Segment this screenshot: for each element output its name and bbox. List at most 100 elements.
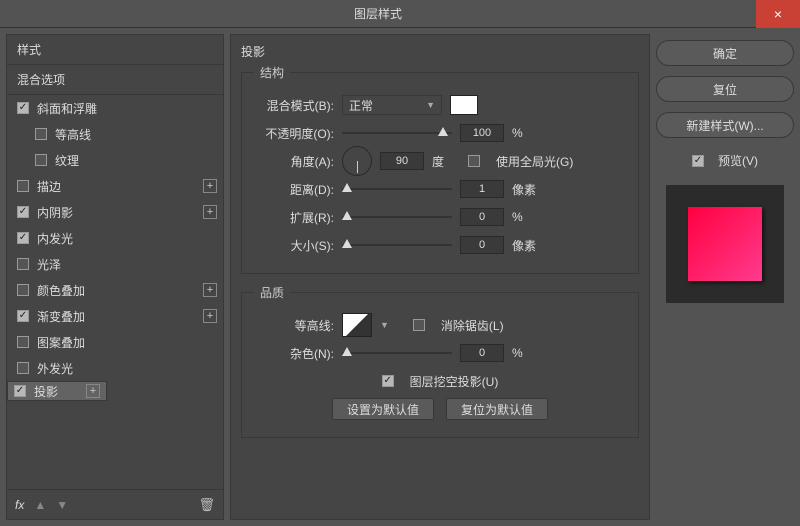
style-label: 等高线 <box>55 126 217 143</box>
spread-field[interactable] <box>460 208 504 226</box>
opacity-unit: % <box>512 126 540 140</box>
style-label: 内发光 <box>37 230 217 247</box>
style-label: 内阴影 <box>37 204 203 221</box>
size-unit: 像素 <box>512 237 540 254</box>
style-label: 外发光 <box>37 360 217 377</box>
contour-picker[interactable] <box>342 313 372 337</box>
style-label: 光泽 <box>37 256 217 273</box>
style-checkbox[interactable] <box>17 102 29 114</box>
preview-swatch <box>688 207 762 281</box>
style-label: 投影 <box>34 383 86 400</box>
style-item-0[interactable]: 斜面和浮雕 <box>7 95 223 121</box>
preview-label: 预览(V) <box>718 152 758 169</box>
style-item-11[interactable]: 投影+ <box>7 381 107 401</box>
blend-mode-select[interactable]: 正常▼ <box>342 95 442 115</box>
style-checkbox[interactable] <box>35 128 47 140</box>
angle-unit: 度 <box>432 153 460 170</box>
add-instance-icon[interactable]: + <box>203 205 217 219</box>
style-item-6[interactable]: 光泽 <box>7 251 223 277</box>
style-checkbox[interactable] <box>17 362 29 374</box>
style-checkbox[interactable] <box>14 385 26 397</box>
distance-field[interactable] <box>460 180 504 198</box>
spread-label: 扩展(R): <box>254 209 334 226</box>
color-swatch[interactable] <box>450 95 478 115</box>
quality-group: 品质 等高线: ▼ 消除锯齿(L) 杂色(N): % 图层挖空投影(U) 设置为… <box>241 284 639 438</box>
angle-dial[interactable] <box>342 146 372 176</box>
opacity-label: 不透明度(O): <box>254 125 334 142</box>
quality-legend: 品质 <box>254 284 290 301</box>
trash-icon[interactable]: 🗑 <box>198 497 215 513</box>
ok-button[interactable]: 确定 <box>656 40 794 66</box>
style-label: 颜色叠加 <box>37 282 203 299</box>
style-checkbox[interactable] <box>17 232 29 244</box>
contour-label: 等高线: <box>254 317 334 334</box>
distance-slider[interactable] <box>342 182 452 196</box>
add-instance-icon[interactable]: + <box>203 309 217 323</box>
styles-panel: 样式 混合选项 斜面和浮雕等高线纹理描边+内阴影+内发光光泽颜色叠加+渐变叠加+… <box>6 34 224 520</box>
style-item-8[interactable]: 渐变叠加+ <box>7 303 223 329</box>
blend-mode-label: 混合模式(B): <box>254 97 334 114</box>
style-checkbox[interactable] <box>17 206 29 218</box>
preview-checkbox[interactable] <box>692 155 704 167</box>
style-checkbox[interactable] <box>17 180 29 192</box>
knockout-label: 图层挖空投影(U) <box>410 373 499 390</box>
style-label: 斜面和浮雕 <box>37 100 217 117</box>
style-item-5[interactable]: 内发光 <box>7 225 223 251</box>
opacity-slider[interactable] <box>342 126 452 140</box>
settings-panel: 投影 结构 混合模式(B): 正常▼ 不透明度(O): % 角度(A): 度 使… <box>230 34 650 520</box>
blend-options[interactable]: 混合选项 <box>7 65 223 95</box>
style-label: 图案叠加 <box>37 334 217 351</box>
size-slider[interactable] <box>342 238 452 252</box>
global-light-label: 使用全局光(G) <box>496 153 573 170</box>
structure-legend: 结构 <box>254 64 290 81</box>
angle-field[interactable] <box>380 152 424 170</box>
style-item-9[interactable]: 图案叠加 <box>7 329 223 355</box>
reset-default-button[interactable]: 复位为默认值 <box>446 398 548 420</box>
structure-group: 结构 混合模式(B): 正常▼ 不透明度(O): % 角度(A): 度 使用全局… <box>241 64 639 274</box>
spread-unit: % <box>512 210 540 224</box>
antialias-label: 消除锯齿(L) <box>441 317 504 334</box>
cancel-button[interactable]: 复位 <box>656 76 794 102</box>
add-instance-icon[interactable]: + <box>203 179 217 193</box>
distance-unit: 像素 <box>512 181 540 198</box>
move-up-icon[interactable]: ▲ <box>34 498 46 512</box>
style-checkbox[interactable] <box>17 336 29 348</box>
style-item-3[interactable]: 描边+ <box>7 173 223 199</box>
distance-label: 距离(D): <box>254 181 334 198</box>
style-item-4[interactable]: 内阴影+ <box>7 199 223 225</box>
style-checkbox[interactable] <box>17 258 29 270</box>
fx-menu[interactable]: fx <box>15 498 24 512</box>
global-light-checkbox[interactable] <box>468 155 480 167</box>
window-title: 图层样式 <box>0 5 756 22</box>
knockout-checkbox[interactable] <box>382 375 394 387</box>
style-label: 纹理 <box>55 152 217 169</box>
spread-slider[interactable] <box>342 210 452 224</box>
add-instance-icon[interactable]: + <box>86 384 100 398</box>
antialias-checkbox[interactable] <box>413 319 425 331</box>
size-label: 大小(S): <box>254 237 334 254</box>
contour-dropdown-icon[interactable]: ▼ <box>380 320 389 330</box>
size-field[interactable] <box>460 236 504 254</box>
move-down-icon[interactable]: ▼ <box>56 498 68 512</box>
new-style-button[interactable]: 新建样式(W)... <box>656 112 794 138</box>
preview-box <box>666 185 784 303</box>
style-checkbox[interactable] <box>35 154 47 166</box>
style-checkbox[interactable] <box>17 310 29 322</box>
style-checkbox[interactable] <box>17 284 29 296</box>
opacity-field[interactable] <box>460 124 504 142</box>
style-item-7[interactable]: 颜色叠加+ <box>7 277 223 303</box>
style-label: 渐变叠加 <box>37 308 203 325</box>
angle-label: 角度(A): <box>254 153 334 170</box>
style-item-10[interactable]: 外发光 <box>7 355 223 381</box>
styles-header: 样式 <box>7 35 223 65</box>
add-instance-icon[interactable]: + <box>203 283 217 297</box>
style-item-2[interactable]: 纹理 <box>7 147 223 173</box>
close-button[interactable]: × <box>756 0 800 28</box>
style-label: 描边 <box>37 178 203 195</box>
noise-unit: % <box>512 346 540 360</box>
noise-field[interactable] <box>460 344 504 362</box>
style-item-1[interactable]: 等高线 <box>7 121 223 147</box>
set-default-button[interactable]: 设置为默认值 <box>332 398 434 420</box>
noise-slider[interactable] <box>342 346 452 360</box>
style-list: 斜面和浮雕等高线纹理描边+内阴影+内发光光泽颜色叠加+渐变叠加+图案叠加外发光投… <box>7 95 223 489</box>
